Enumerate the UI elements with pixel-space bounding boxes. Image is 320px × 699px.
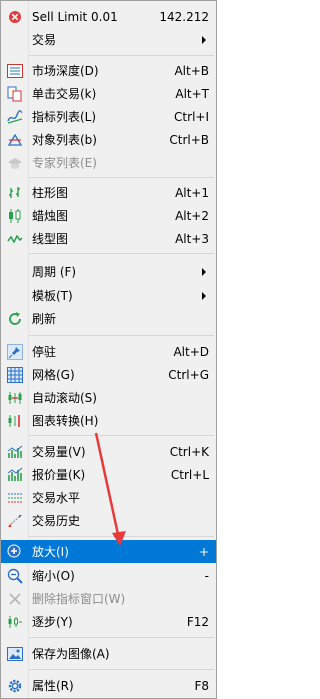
annotation-arrow — [94, 432, 126, 546]
chart-context-menu: Sell Limit 0.01 142.212 交易 市场深度(D) Alt+B… — [0, 0, 217, 699]
